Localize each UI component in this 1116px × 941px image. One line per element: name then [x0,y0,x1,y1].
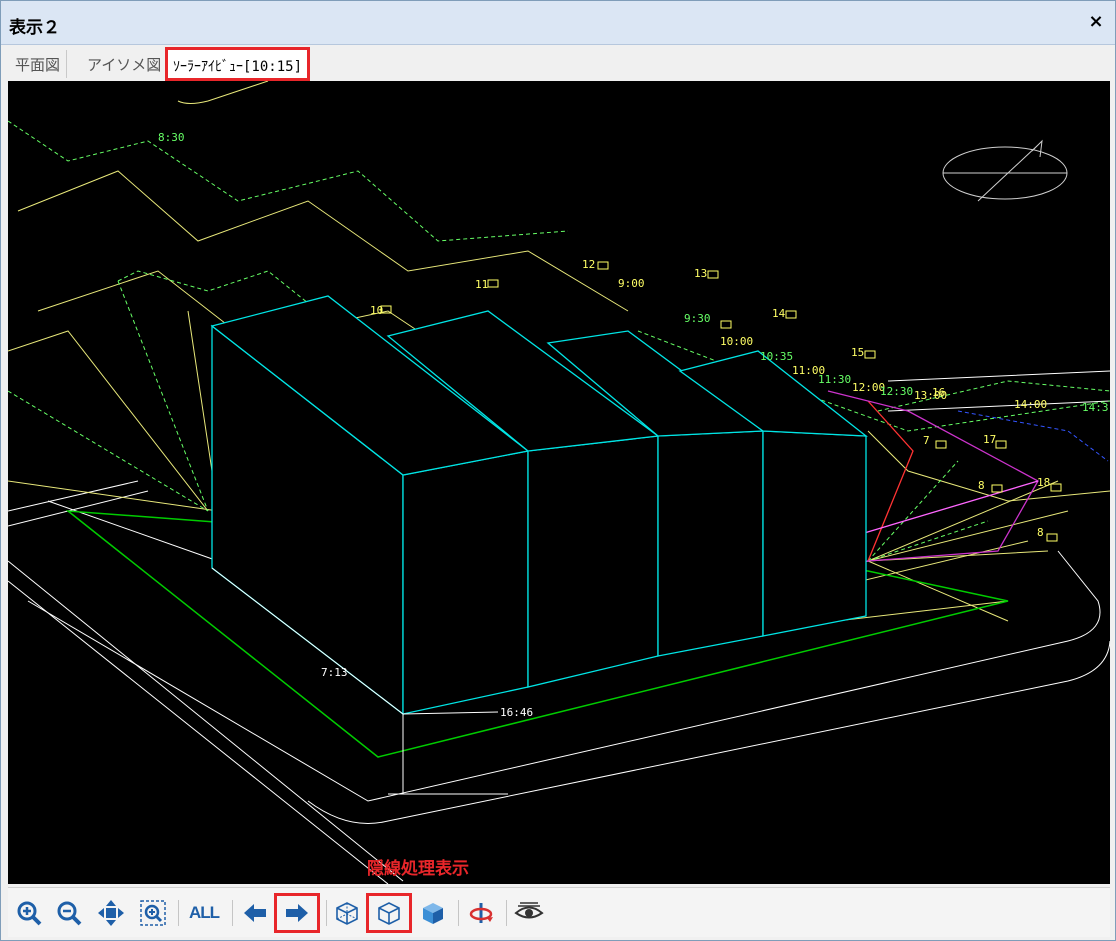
hidden-line-view-button[interactable] [366,893,412,933]
next-view-button[interactable] [274,893,320,933]
time-label: 8:30 [158,131,185,144]
hour-marker: 18 [1037,476,1050,489]
ground-line [388,711,508,795]
hour-marker: 16 [932,386,945,399]
zoom-in-button[interactable] [12,896,46,930]
time-label: 14:00 [1014,398,1047,411]
pan-icon [98,900,124,926]
pan-button[interactable] [94,896,128,930]
zoom-all-button[interactable]: ALL [184,896,224,930]
time-label: 7:13 [321,666,348,679]
time-label: 11:30 [818,373,851,386]
rotate-icon [469,903,493,923]
hidden-line-callout: 隠線処理表示 [367,859,469,879]
time-label: 9:00 [618,277,645,290]
zoom-out-button[interactable] [52,896,86,930]
hour-marker: 7 [923,434,930,447]
eye-icon [514,902,544,919]
tab-plan-view[interactable]: 平面図 [9,50,68,78]
time-label: 10:35 [760,350,793,363]
hour-marker: 15 [851,346,864,359]
view-tabs: 平面図 アイソメ図 ｿｰﾗｰｱｲﾋﾞｭｰ[10:15] [5,46,1113,81]
hour-marker: 13 [694,267,707,280]
eye-view-button[interactable] [512,896,546,930]
time-label: 16:46 [500,706,533,719]
time-label: 14:3 [1082,401,1109,414]
arrow-right-icon [286,904,308,922]
tab-solar-eye-view[interactable]: ｿｰﾗｰｱｲﾋﾞｭｰ[10:15] [165,47,311,81]
zoom-out-icon [57,901,82,926]
zoom-window-button[interactable] [136,896,170,930]
hour-marker: 12 [582,258,595,271]
zoom-window-icon [140,900,166,926]
shaded-view-button[interactable] [416,896,450,930]
close-button[interactable]: × [1085,11,1107,33]
tab-isometric-view[interactable]: アイソメ図 [81,50,169,78]
rotate-view-button[interactable] [464,896,498,930]
time-label: 10:00 [720,335,753,348]
zoom-all-icon: ALL [188,903,220,922]
zoom-in-icon [17,901,42,926]
shaded-box-icon [423,903,443,924]
title-bar: 表示２ × [1,1,1115,45]
wireframe-view-button[interactable] [330,896,364,930]
arrow-left-icon [244,904,266,922]
hour-marker: 17 [983,433,996,446]
hour-marker: 8 [978,479,985,492]
display-window: 表示２ × 平面図 アイソメ図 ｿｰﾗｰｱｲﾋﾞｭｰ[10:15] 8:30 9… [0,0,1116,941]
compass-icon [942,139,1068,202]
time-label: 9:30 [684,312,711,325]
previous-view-button[interactable] [238,896,272,930]
hour-marker: 8 [1037,526,1044,539]
window-title: 表示２ [9,18,60,38]
hour-marker: 11 [475,278,488,291]
time-label: 12:30 [880,385,913,398]
hour-marker: 14 [772,307,786,320]
wireframe-box-icon [336,902,358,925]
solar-view-canvas[interactable]: 8:30 9:00 9:30 10:00 10:35 11:00 11:30 1… [8,81,1110,884]
solar-view-drawing: 8:30 9:00 9:30 10:00 10:35 11:00 11:30 1… [8,81,1110,884]
blue-shadow-lines [957,410,1109,462]
hidden-line-box-icon [378,902,400,925]
view-toolbar: ALL [8,887,1110,937]
